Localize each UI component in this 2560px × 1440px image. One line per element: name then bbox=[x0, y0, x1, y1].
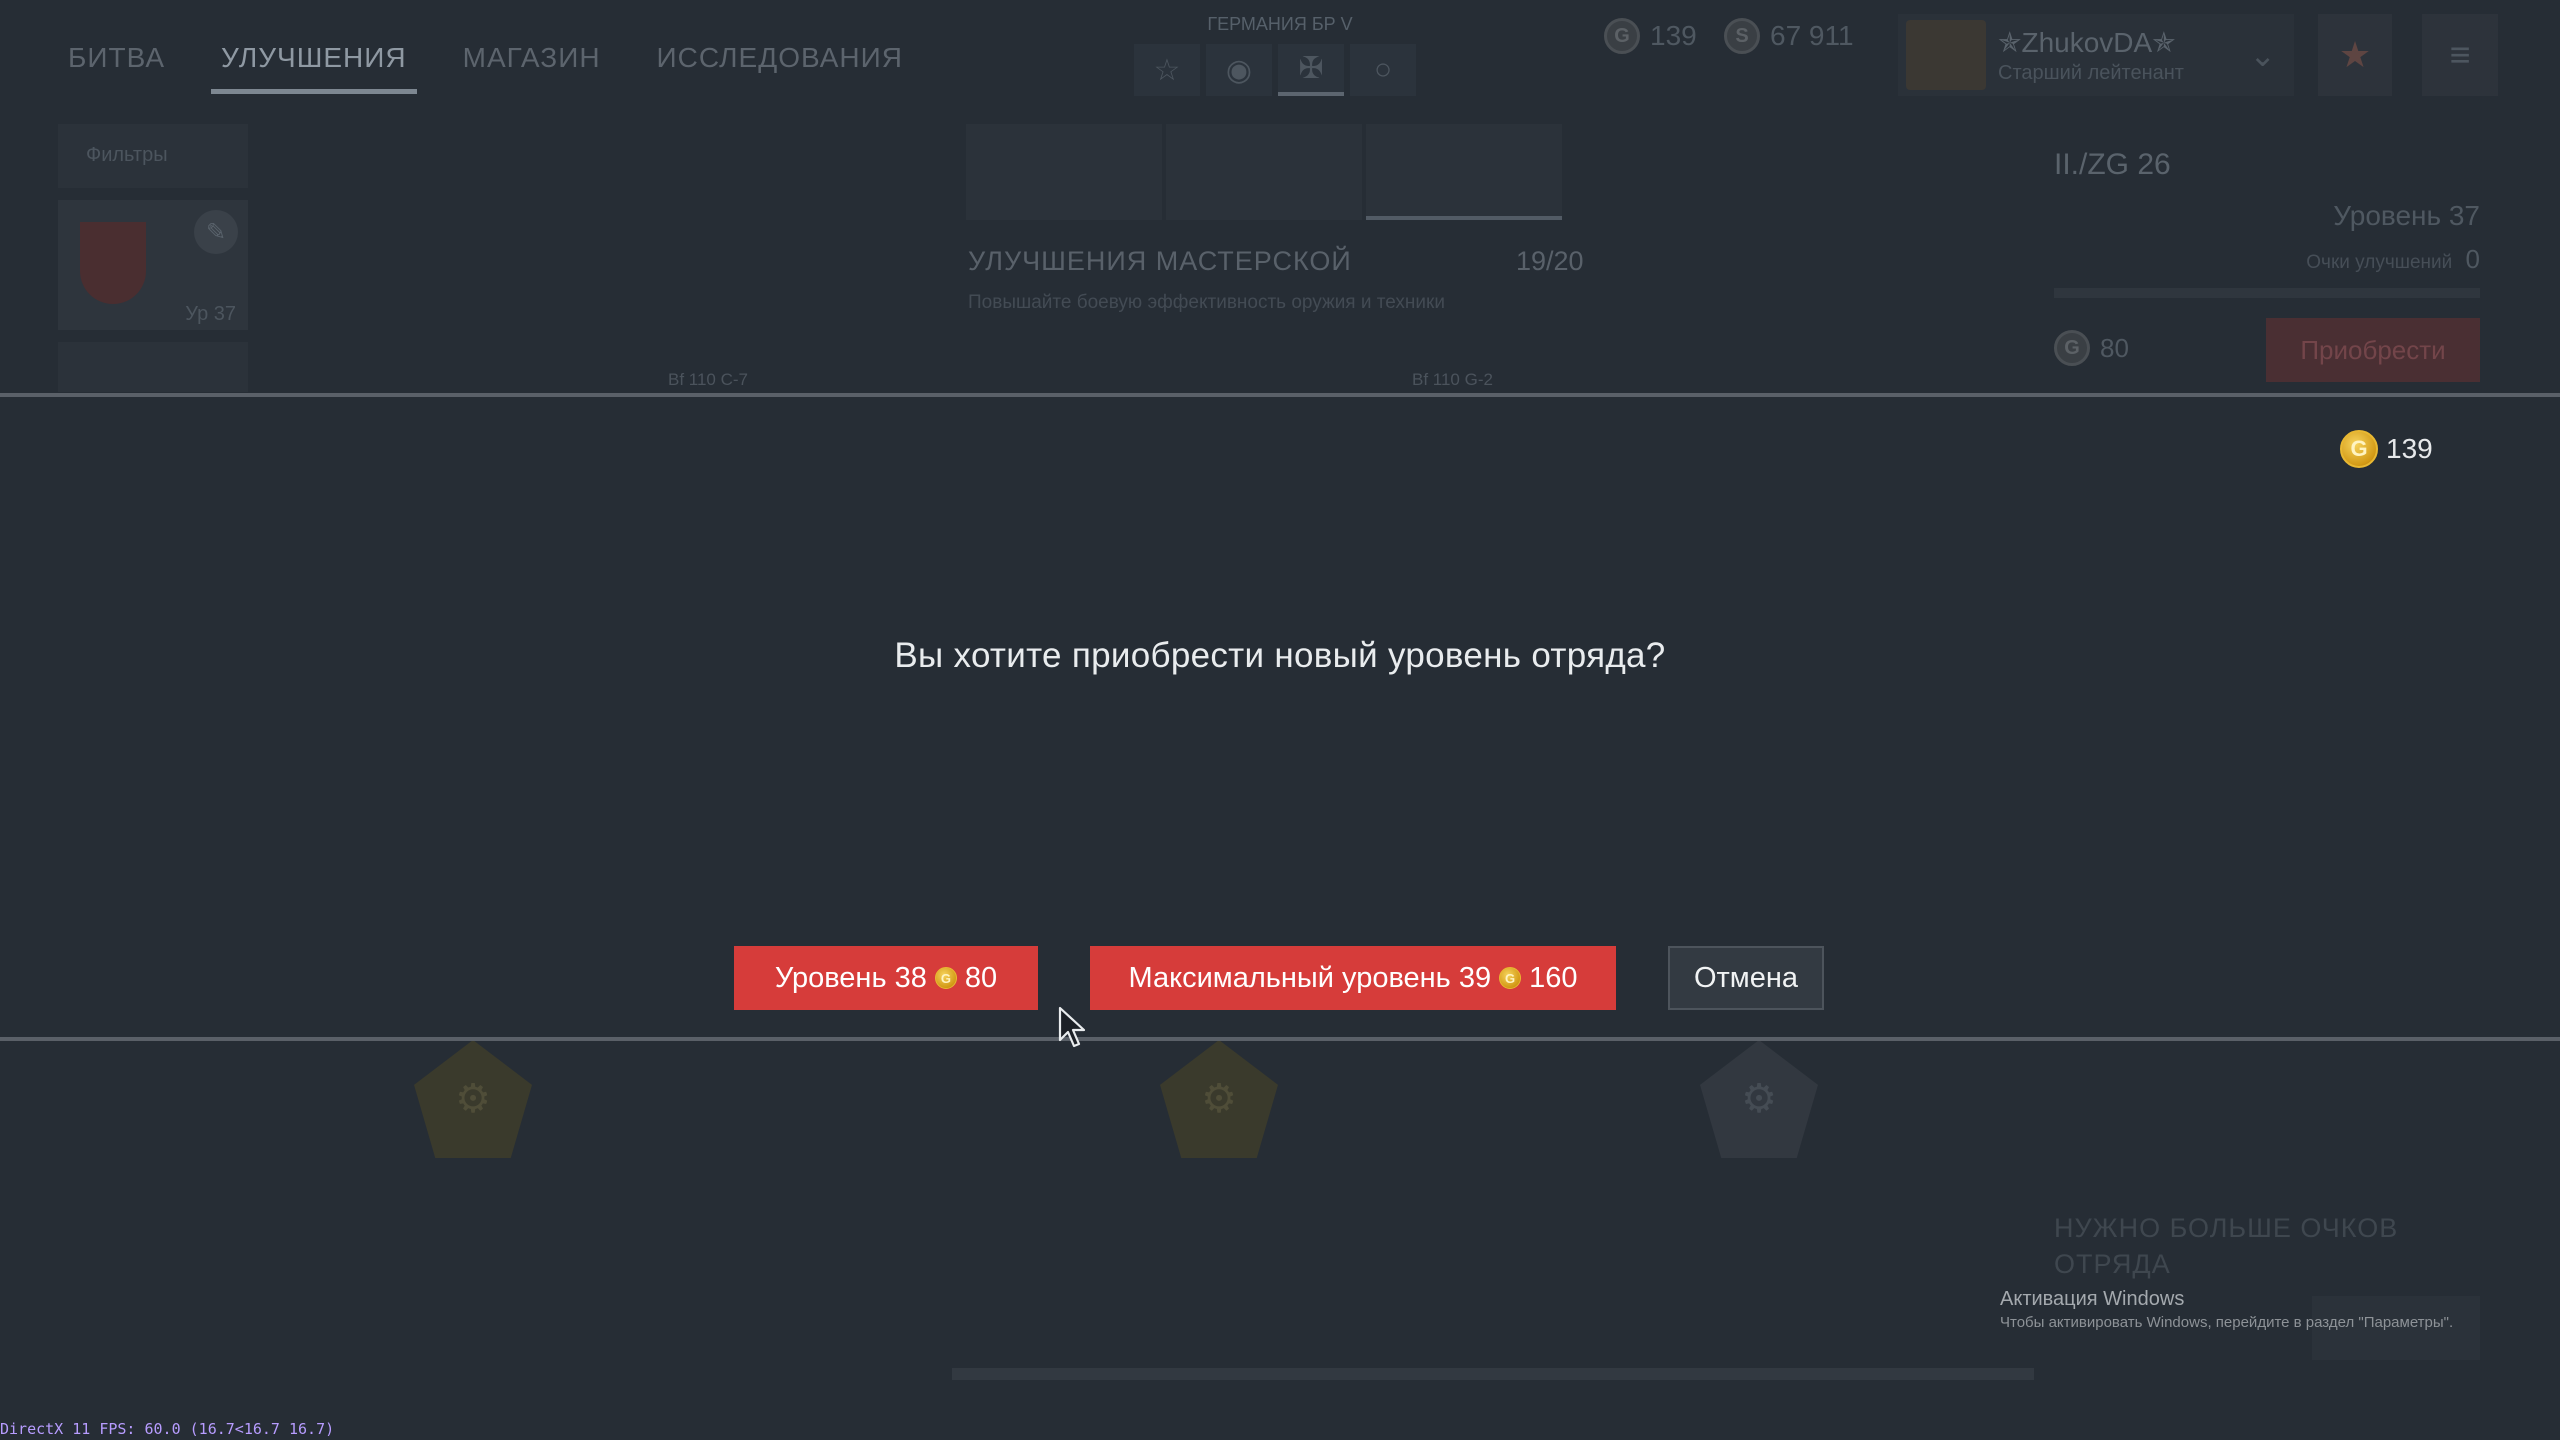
squad-name: II./ZG 26 bbox=[2054, 148, 2171, 181]
tab-shop[interactable]: МАГАЗИН bbox=[453, 32, 611, 94]
tab-upgrades[interactable]: УЛУЧШЕНИЯ bbox=[211, 32, 417, 94]
player-profile[interactable]: ✯ZhukovDA✯ Старший лейтенант ⌄ bbox=[1898, 14, 2294, 96]
silver-coin-icon: S bbox=[1724, 18, 1760, 54]
gold-coin-icon: G bbox=[1604, 18, 1640, 54]
buy-next-level-price: 80 bbox=[964, 961, 998, 994]
level-progress-bar bbox=[2054, 288, 2480, 298]
upgrade-points: Очки улучшений 0 bbox=[2054, 244, 2480, 275]
squad-card[interactable] bbox=[58, 342, 248, 392]
modal-gold-balance: G 139 bbox=[2340, 430, 2433, 468]
dialog-question: Вы хотите приобрести новый уровень отряд… bbox=[894, 636, 1666, 675]
silver-value: 67 911 bbox=[1770, 20, 1854, 51]
upgrade-slot-icon[interactable]: ⚙ bbox=[1700, 1040, 1818, 1158]
upgrade-slot-icon[interactable]: ⚙ bbox=[414, 1040, 532, 1158]
gold-coin-icon: G bbox=[1499, 967, 1522, 989]
squad-card[interactable]: ✎ Ур 37 bbox=[58, 200, 248, 330]
purchase-level-dialog bbox=[0, 397, 2560, 1037]
workshop-title: УЛУЧШЕНИЯ МАСТЕРСКОЙ bbox=[968, 246, 1352, 276]
tab-workshop-aircraft[interactable] bbox=[1366, 124, 1562, 220]
cancel-label: Отмена bbox=[1693, 961, 1799, 994]
fps-counter: DirectX 11 FPS: 60.0 (16.7<16.7 16.7) bbox=[0, 1420, 335, 1438]
horizontal-scrollbar[interactable] bbox=[952, 1368, 2034, 1380]
gold-balance-header: G 139 bbox=[1604, 18, 1697, 54]
cross-icon[interactable]: ✠ bbox=[1278, 44, 1344, 96]
windows-activation-title: Активация Windows bbox=[2000, 1288, 2185, 1310]
vehicle-label: Bf 110 C-7 bbox=[668, 370, 749, 389]
nation-label: ГЕРМАНИЯ БР V bbox=[1207, 14, 1353, 34]
buy-max-level-button[interactable]: Максимальный уровень 39 G 160 bbox=[1090, 946, 1616, 1010]
modal-gold-value: 139 bbox=[2386, 433, 2433, 464]
circle-icon[interactable]: ○ bbox=[1350, 44, 1416, 96]
upgrade-points-value: 0 bbox=[2465, 244, 2480, 274]
level-price: G 80 bbox=[2054, 330, 2129, 366]
silver-balance-header: S 67 911 bbox=[1724, 18, 1854, 54]
upgrade-slot-icon[interactable]: ⚙ bbox=[1160, 1040, 1278, 1158]
roundel-icon[interactable]: ◉ bbox=[1206, 44, 1272, 96]
buy-next-level-button[interactable]: Уровень 38 G 80 bbox=[734, 946, 1038, 1010]
need-more-points: НУЖНО БОЛЬШЕ ОЧКОВ ОТРЯДА bbox=[2054, 1213, 2399, 1279]
workshop-description: Повышайте боевую эффективность оружия и … bbox=[968, 292, 1445, 313]
vehicle-label: Bf 110 G-2 bbox=[1412, 370, 1493, 389]
workshop-count: 19/20 bbox=[1516, 246, 1584, 276]
filters-button[interactable]: Фильтры bbox=[58, 124, 248, 188]
buy-max-level-price: 160 bbox=[1529, 961, 1578, 994]
modal-bottom-divider bbox=[0, 1037, 2560, 1041]
gold-coin-icon: G bbox=[2340, 430, 2378, 468]
gold-value: 139 bbox=[1650, 20, 1697, 51]
squad-emblem-icon bbox=[80, 222, 146, 304]
rank-badge-icon[interactable]: ★ bbox=[2318, 14, 2392, 96]
tab-battle[interactable]: БИТВА bbox=[58, 32, 175, 94]
squad-level-label: Уровень 37 bbox=[2333, 200, 2480, 231]
chevron-down-icon[interactable]: ⌄ bbox=[2249, 36, 2276, 74]
buy-button[interactable]: Приобрести bbox=[2266, 318, 2480, 382]
windows-activation-subtitle: Чтобы активировать Windows, перейдите в … bbox=[2000, 1314, 2454, 1331]
workshop-tabs bbox=[966, 124, 1562, 220]
gold-coin-icon: G bbox=[2054, 330, 2090, 366]
star-icon[interactable]: ☆ bbox=[1134, 44, 1200, 96]
menu-icon[interactable]: ≡ bbox=[2422, 14, 2498, 96]
level-price-value: 80 bbox=[2100, 332, 2129, 363]
nation-selector: ☆ ◉ ✠ ○ bbox=[1134, 44, 1416, 96]
tab-workshop-crew[interactable] bbox=[966, 124, 1162, 220]
tab-workshop-pilots[interactable] bbox=[1166, 124, 1362, 220]
buy-next-level-label: Уровень 38 bbox=[774, 961, 927, 994]
squad-level: Ур 37 bbox=[185, 303, 236, 325]
player-name: ✯ZhukovDA✯ bbox=[1998, 27, 2176, 58]
player-rank: Старший лейтенант bbox=[1998, 62, 2184, 84]
buy-max-level-label: Максимальный уровень 39 bbox=[1128, 961, 1492, 994]
upgrade-points-label: Очки улучшений bbox=[2306, 252, 2453, 273]
mouse-cursor-icon bbox=[1058, 1006, 1086, 1048]
tab-research[interactable]: ИССЛЕДОВАНИЯ bbox=[647, 32, 913, 94]
wrench-icon[interactable]: ✎ bbox=[194, 210, 238, 254]
top-navigation: БИТВА УЛУЧШЕНИЯ МАГАЗИН ИССЛЕДОВАНИЯ bbox=[58, 32, 913, 94]
avatar bbox=[1906, 20, 1986, 90]
gold-coin-icon: G bbox=[934, 967, 957, 989]
filters-label: Фильтры bbox=[86, 144, 168, 166]
cancel-button[interactable]: Отмена bbox=[1668, 946, 1824, 1010]
